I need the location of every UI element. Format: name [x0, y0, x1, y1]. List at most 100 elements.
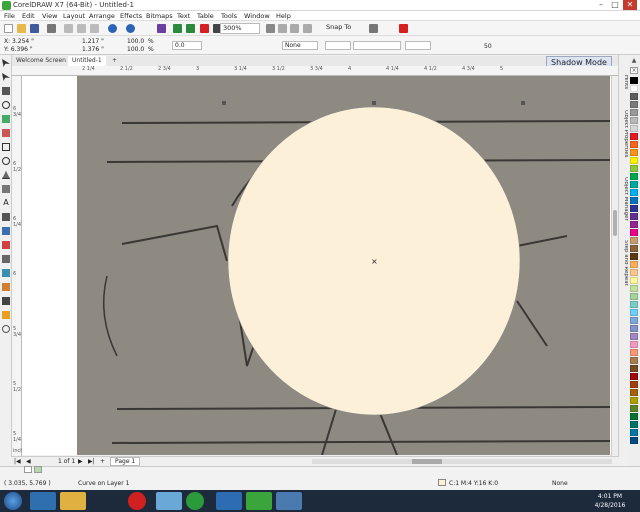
connector-tool-icon[interactable] — [2, 227, 10, 235]
x-position-field[interactable]: X: 3.254 " — [4, 38, 34, 45]
horizontal-ruler[interactable]: 2 1/4 2 1/2 2 3/4 3 3 1/4 3 1/2 3 3/4 4 … — [12, 66, 618, 76]
color-swatch[interactable] — [630, 349, 638, 356]
export-icon[interactable] — [186, 24, 195, 33]
selected-ellipse-layer[interactable]: × — [22, 76, 611, 455]
menu-file[interactable]: File — [4, 12, 15, 20]
shape-tool-icon[interactable] — [2, 73, 10, 81]
coreldraw-icon[interactable] — [246, 492, 272, 510]
color-swatch[interactable] — [630, 141, 638, 148]
start-arrow-select[interactable] — [325, 41, 351, 50]
color-swatch[interactable] — [630, 373, 638, 380]
color-swatch[interactable] — [630, 125, 638, 132]
color-swatch[interactable] — [630, 413, 638, 420]
paste-icon[interactable] — [90, 24, 99, 33]
center-marker-icon[interactable]: × — [371, 257, 378, 266]
ie-icon[interactable] — [30, 492, 56, 510]
import-icon[interactable] — [173, 24, 182, 33]
last-page-icon[interactable]: ▶| — [88, 458, 95, 465]
color-swatch[interactable] — [630, 229, 638, 236]
color-swatch[interactable] — [630, 101, 638, 108]
add-page-icon[interactable]: + — [100, 458, 105, 465]
color-swatch[interactable] — [630, 261, 638, 268]
clock-time[interactable]: 4:01 PM — [590, 493, 630, 500]
document-swatch[interactable] — [24, 466, 32, 473]
fill-tool-icon[interactable] — [2, 311, 10, 319]
color-swatch[interactable] — [630, 293, 638, 300]
outline-pen-tool-icon[interactable] — [2, 297, 10, 305]
color-swatch[interactable] — [630, 437, 638, 444]
vertical-ruler[interactable]: 6 3/4 6 1/2 6 1/4 6 5 3/4 5 1/2 5 1/4 in… — [12, 76, 29, 456]
color-swatch[interactable] — [630, 133, 638, 140]
color-swatch[interactable] — [630, 429, 638, 436]
text-tool-icon[interactable]: A — [2, 199, 10, 207]
scale-x-field[interactable]: 100.0 — [127, 38, 144, 45]
color-swatch[interactable] — [630, 245, 638, 252]
copy-icon[interactable] — [77, 24, 86, 33]
polygon-tool-icon[interactable] — [2, 171, 10, 179]
color-swatch[interactable] — [630, 421, 638, 428]
color-swatch[interactable] — [630, 341, 638, 348]
color-swatch[interactable] — [630, 301, 638, 308]
print-icon[interactable] — [47, 24, 56, 33]
search-icon[interactable] — [157, 24, 166, 33]
no-color-swatch[interactable]: × — [630, 67, 638, 74]
maximize-button[interactable]: □ — [608, 0, 622, 10]
menu-text[interactable]: Text — [177, 12, 190, 20]
next-page-icon[interactable]: ▶ — [78, 458, 83, 465]
menu-table[interactable]: Table — [197, 12, 214, 20]
color-swatch[interactable] — [630, 405, 638, 412]
smart-fill-tool-icon[interactable] — [2, 325, 10, 333]
height-field[interactable]: 1.376 " — [82, 46, 104, 53]
color-swatch[interactable] — [630, 237, 638, 244]
color-swatch[interactable] — [630, 77, 638, 84]
color-swatch[interactable] — [630, 365, 638, 372]
word-icon[interactable] — [216, 492, 242, 510]
menu-bitmaps[interactable]: Bitmaps — [146, 12, 173, 20]
close-button[interactable]: ✕ — [623, 0, 637, 10]
interactive-fill-tool-icon[interactable] — [2, 241, 10, 249]
start-icon[interactable] — [4, 492, 22, 510]
zoom-tool-icon[interactable] — [2, 101, 10, 109]
horizontal-scroll-thumb[interactable] — [412, 459, 442, 464]
color-swatch[interactable] — [630, 197, 638, 204]
guidelines-icon[interactable] — [303, 24, 312, 33]
tab-page-1[interactable]: Page 1 — [110, 457, 141, 466]
rotation-angle-field[interactable]: 0.0 — [172, 41, 202, 50]
snap-to-dropdown[interactable]: Snap To — [324, 23, 358, 34]
transparency-tool-icon[interactable] — [2, 269, 10, 277]
color-swatch[interactable] — [630, 381, 638, 388]
menu-edit[interactable]: Edit — [22, 12, 35, 20]
line-style-select[interactable] — [353, 41, 401, 50]
color-swatch[interactable] — [630, 333, 638, 340]
menu-effects[interactable]: Effects — [120, 12, 142, 20]
horizontal-scrollbar[interactable] — [312, 459, 612, 464]
outline-width-select[interactable]: None — [282, 41, 318, 50]
color-swatch[interactable] — [630, 277, 638, 284]
minimize-button[interactable]: – — [594, 0, 608, 10]
drawing-canvas[interactable]: × — [22, 76, 611, 455]
color-swatch[interactable] — [630, 253, 638, 260]
clock-date[interactable]: 4/28/2016 — [590, 502, 630, 509]
parallel-dimension-tool-icon[interactable] — [2, 213, 10, 221]
color-swatch[interactable] — [630, 189, 638, 196]
color-swatch[interactable] — [630, 157, 638, 164]
cut-icon[interactable] — [64, 24, 73, 33]
fill-color-swatch[interactable] — [438, 479, 446, 486]
color-swatch[interactable] — [630, 325, 638, 332]
add-tab-icon[interactable]: + — [108, 56, 121, 66]
color-swatch[interactable] — [630, 205, 638, 212]
zoom-level-select[interactable]: 300% — [220, 23, 260, 34]
color-swatch[interactable] — [630, 357, 638, 364]
launch-icon[interactable] — [399, 24, 408, 33]
menu-window[interactable]: Window — [244, 12, 270, 20]
vertical-scrollbar[interactable] — [611, 76, 618, 456]
open-icon[interactable] — [17, 24, 26, 33]
publish-icon[interactable] — [200, 24, 209, 33]
tab-untitled-1[interactable]: Untitled-1 — [68, 56, 106, 66]
color-swatch[interactable] — [630, 117, 638, 124]
color-swatch[interactable] — [630, 317, 638, 324]
undo-icon[interactable] — [108, 24, 117, 33]
color-swatch[interactable] — [630, 269, 638, 276]
drop-shadow-tool-icon[interactable] — [2, 255, 10, 263]
options-icon[interactable] — [369, 24, 378, 33]
